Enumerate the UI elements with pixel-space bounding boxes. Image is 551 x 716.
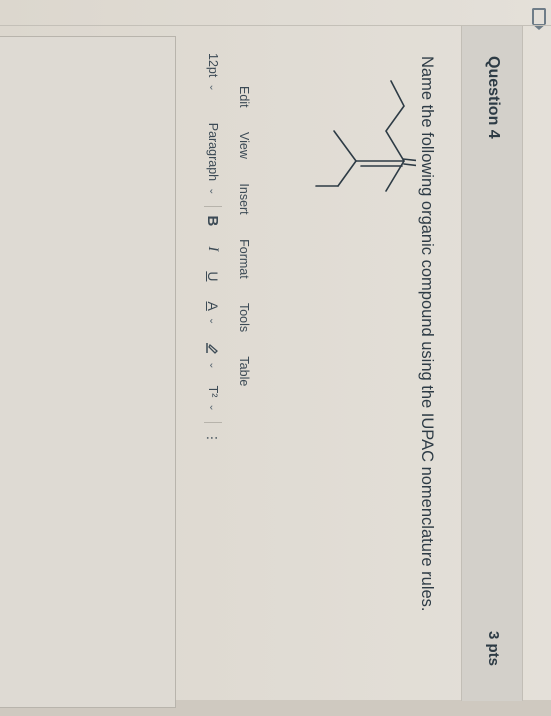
editor-menubar: Edit View Insert Format Tools Table xyxy=(237,86,251,407)
menu-insert[interactable]: Insert xyxy=(237,183,251,214)
text-color-button[interactable]: A ⌄ xyxy=(205,301,221,325)
toolbar-divider xyxy=(204,205,222,207)
menu-edit[interactable]: Edit xyxy=(237,86,251,108)
question-points: 3 pts xyxy=(485,630,502,666)
toolbar-divider xyxy=(204,421,222,423)
molecule-structure: O xyxy=(315,80,416,192)
italic-button[interactable]: I xyxy=(205,246,222,251)
isopropyl-bond xyxy=(333,130,357,162)
chevron-down-icon: ⌄ xyxy=(207,316,219,326)
highlighter-icon xyxy=(206,343,218,355)
answer-editor[interactable] xyxy=(0,36,176,708)
question-header: Question 4 3 pts xyxy=(461,26,523,701)
question-title: Question 4 xyxy=(485,56,502,139)
main-chain-bond xyxy=(385,80,405,192)
carbonyl-bond xyxy=(402,158,416,162)
question-panel: Question 4 3 pts Name the following orga… xyxy=(0,25,551,716)
block-format-value: Paragraph xyxy=(206,122,220,182)
background-color-button[interactable]: ⌄ xyxy=(206,341,220,370)
chevron-down-icon: ⌄ xyxy=(207,83,219,92)
font-size-select[interactable]: 12pt ⌄ xyxy=(206,53,220,92)
underline-button[interactable]: U xyxy=(205,271,221,281)
text-color-label: A xyxy=(205,301,221,311)
page: Question 4 3 pts Name the following orga… xyxy=(0,0,551,716)
superscript-label: T² xyxy=(206,385,220,398)
chevron-down-icon: ⌄ xyxy=(207,361,219,370)
menu-format[interactable]: Format xyxy=(237,239,251,279)
font-size-value: 12pt xyxy=(206,53,220,78)
ethyl-bond xyxy=(337,160,357,187)
editor-toolbar: 12pt ⌄ Paragraph ⌄ B I U A ⌄ ⌄ T² ⌄ ⋮ xyxy=(202,53,224,444)
bookmark-flag-icon[interactable] xyxy=(532,8,546,24)
superscript-button[interactable]: T² ⌄ xyxy=(206,386,220,412)
chevron-down-icon: ⌄ xyxy=(207,403,219,412)
toolbar-divider xyxy=(204,102,222,114)
menu-view[interactable]: View xyxy=(237,132,251,159)
carbonyl-double-bond xyxy=(403,163,416,167)
question-prompt: Name the following organic compound usin… xyxy=(418,56,436,612)
bold-button[interactable]: B xyxy=(205,216,222,227)
menu-table[interactable]: Table xyxy=(237,356,251,386)
more-options-button[interactable]: ⋮ xyxy=(206,432,221,445)
chevron-down-icon: ⌄ xyxy=(207,187,219,196)
block-format-select[interactable]: Paragraph ⌄ xyxy=(206,123,220,196)
menu-tools[interactable]: Tools xyxy=(237,303,251,332)
